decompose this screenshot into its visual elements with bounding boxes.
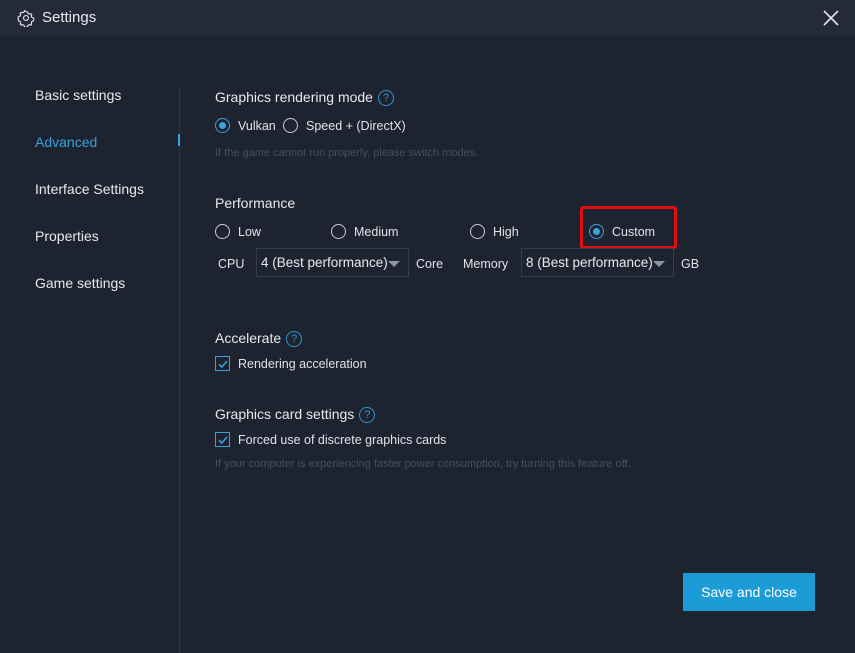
rendering-acceleration-label: Rendering acceleration	[238, 356, 367, 371]
chevron-down-icon	[653, 261, 665, 267]
title-bar: Settings	[0, 0, 855, 36]
radio-unchecked-icon	[215, 224, 230, 239]
checkbox-checked-icon	[215, 432, 230, 447]
chevron-down-icon	[388, 261, 400, 267]
sidebar-item-advanced[interactable]: Advanced	[35, 134, 97, 150]
sidebar-item-basic-settings[interactable]: Basic settings	[35, 87, 121, 103]
radio-high-label: High	[493, 224, 519, 239]
cpu-label: CPU	[218, 257, 245, 271]
radio-unchecked-icon	[331, 224, 346, 239]
graphics-card-hint: If your computer is experiencing faster …	[215, 458, 631, 470]
graphics-mode-hint: If the game cannot run properly, please …	[215, 147, 479, 159]
radio-low[interactable]: Low	[215, 224, 261, 239]
help-icon[interactable]: ?	[286, 331, 303, 347]
radio-vulkan[interactable]: Vulkan	[215, 118, 276, 133]
memory-select-value: 8 (Best performance)	[526, 255, 653, 270]
radio-checked-icon	[215, 118, 230, 133]
accelerate-title-text: Accelerate	[215, 330, 282, 346]
close-icon[interactable]	[820, 7, 842, 29]
radio-vulkan-label: Vulkan	[238, 118, 276, 133]
radio-low-label: Low	[238, 224, 261, 239]
memory-label: Memory	[463, 257, 509, 271]
radio-unchecked-icon	[283, 118, 298, 133]
graphics-card-title-text: Graphics card settings	[215, 406, 355, 422]
memory-select[interactable]: 8 (Best performance)	[521, 248, 674, 277]
sidebar-divider	[179, 86, 180, 653]
performance-title: Performance	[215, 195, 296, 211]
gb-label: GB	[681, 257, 700, 271]
accelerate-title: Accelerate?	[215, 330, 303, 347]
graphics-mode-title-text: Graphics rendering mode	[215, 89, 373, 105]
radio-unchecked-icon	[470, 224, 485, 239]
radio-medium[interactable]: Medium	[331, 224, 398, 239]
custom-highlight-box	[580, 206, 677, 249]
sidebar-active-indicator	[178, 134, 180, 146]
help-icon[interactable]: ?	[359, 407, 376, 423]
save-and-close-button[interactable]: Save and close	[683, 573, 815, 611]
cpu-select-value: 4 (Best performance)	[261, 255, 388, 270]
graphics-card-title: Graphics card settings?	[215, 406, 376, 423]
discrete-gpu-checkbox[interactable]: Forced use of discrete graphics cards	[215, 432, 446, 447]
help-icon[interactable]: ?	[377, 90, 394, 106]
rendering-acceleration-checkbox[interactable]: Rendering acceleration	[215, 356, 367, 371]
radio-medium-label: Medium	[354, 224, 399, 239]
cpu-select[interactable]: 4 (Best performance)	[256, 248, 409, 277]
window-title: Settings	[42, 9, 97, 26]
radio-directx-label: Speed + (DirectX)	[306, 118, 406, 133]
gear-icon	[17, 9, 35, 27]
sidebar-item-properties[interactable]: Properties	[35, 228, 99, 244]
radio-high[interactable]: High	[470, 224, 519, 239]
sidebar-item-interface-settings[interactable]: Interface Settings	[35, 181, 144, 197]
core-label: Core	[416, 257, 444, 271]
discrete-gpu-label: Forced use of discrete graphics cards	[238, 432, 447, 447]
graphics-mode-title: Graphics rendering mode?	[215, 89, 394, 106]
checkbox-checked-icon	[215, 356, 230, 371]
radio-directx[interactable]: Speed + (DirectX)	[283, 118, 406, 133]
sidebar-item-game-settings[interactable]: Game settings	[35, 275, 125, 291]
